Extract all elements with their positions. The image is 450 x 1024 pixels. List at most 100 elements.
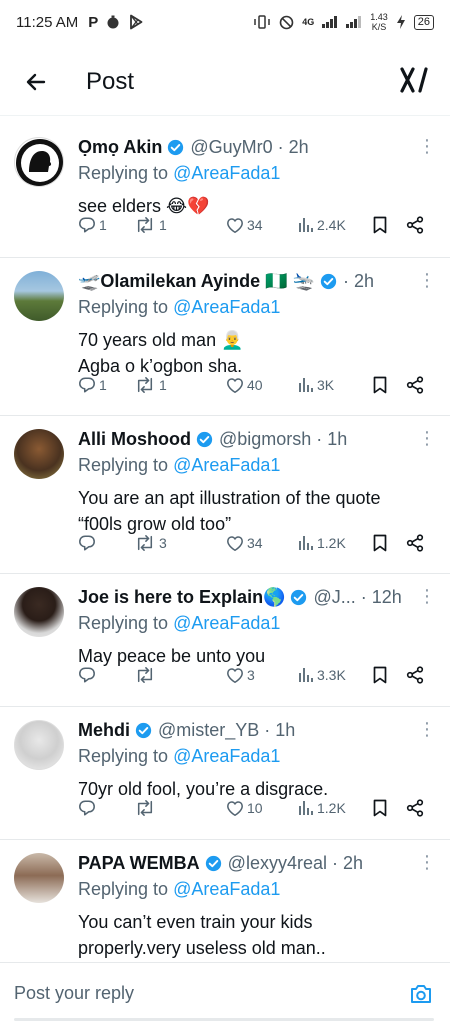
- views-button[interactable]: 2.4K: [298, 217, 346, 233]
- views-count: 1.2K: [317, 800, 346, 816]
- reply-post[interactable]: PAPA WEMBA @lexyy4real · 2h ⋮ Replying t…: [0, 841, 450, 962]
- like-button[interactable]: 3: [226, 667, 255, 684]
- reply-button[interactable]: [78, 799, 99, 817]
- bookmark-button[interactable]: [372, 799, 388, 817]
- net-speed-unit: K/S: [371, 22, 387, 32]
- avatar[interactable]: [14, 587, 64, 637]
- author-name[interactable]: Mehdi: [78, 720, 130, 741]
- repost-button[interactable]: [134, 666, 159, 684]
- like-count: 34: [247, 217, 263, 233]
- views-button[interactable]: 1.2K: [298, 535, 346, 551]
- reply-button[interactable]: 1: [78, 376, 107, 394]
- charging-icon: [396, 15, 405, 29]
- grok-button[interactable]: [400, 66, 430, 98]
- views-chart-icon: [299, 218, 313, 232]
- bookmark-button[interactable]: [372, 666, 388, 684]
- more-options-icon[interactable]: ⋮: [418, 853, 436, 871]
- share-button[interactable]: [406, 799, 424, 817]
- reply-post[interactable]: Mehdi @mister_YB · 1h ⋮ Replying to @Are…: [0, 708, 450, 840]
- vibrate-icon: [254, 15, 270, 29]
- bookmark-button[interactable]: [372, 376, 388, 394]
- reply-content: Alli Moshood @bigmorsh · 1h ⋮ Replying t…: [78, 427, 436, 537]
- author-handle: @J... · 12h: [313, 586, 402, 607]
- reply-post[interactable]: Ọmọ Akin @GuyMr0 · 2h ⋮ Replying to @Are…: [0, 125, 450, 258]
- heart-icon: [227, 667, 243, 683]
- avatar[interactable]: [14, 271, 64, 321]
- reply-count: 1: [99, 377, 107, 393]
- reply-button[interactable]: [78, 534, 99, 552]
- repost-button[interactable]: 1: [134, 216, 167, 234]
- reply-post[interactable]: Joe is here to Explain🌎 @J... · 12h ⋮ Re…: [0, 575, 450, 707]
- reply-button[interactable]: 1: [78, 216, 107, 234]
- bookmark-icon: [373, 666, 387, 684]
- views-count: 2.4K: [317, 217, 346, 233]
- author-line: Joe is here to Explain🌎 @J... · 12h: [78, 585, 434, 609]
- replying-to-mention[interactable]: @AreaFada1: [173, 746, 280, 766]
- views-button[interactable]: 1.2K: [298, 800, 346, 816]
- like-button[interactable]: 34: [226, 535, 263, 552]
- reply-content: Mehdi @mister_YB · 1h ⋮ Replying to @Are…: [78, 718, 436, 802]
- views-chart-icon: [299, 668, 313, 682]
- avatar[interactable]: [14, 853, 64, 903]
- author-name[interactable]: Alli Moshood: [78, 429, 191, 450]
- views-button[interactable]: 3K: [298, 377, 334, 393]
- bookmark-button[interactable]: [372, 534, 388, 552]
- avatar[interactable]: [14, 429, 64, 479]
- more-options-icon[interactable]: ⋮: [418, 271, 436, 289]
- author-name[interactable]: Ọmọ Akin: [78, 137, 162, 158]
- timer-icon: [107, 15, 119, 29]
- repost-button[interactable]: 1: [134, 376, 167, 394]
- like-button[interactable]: 34: [226, 217, 263, 234]
- avatar-silhouette-icon: [16, 139, 63, 186]
- repost-icon: [137, 667, 153, 683]
- share-button[interactable]: [406, 216, 424, 234]
- like-button[interactable]: 40: [226, 377, 263, 394]
- share-button[interactable]: [406, 534, 424, 552]
- views-chart-icon: [299, 536, 313, 550]
- author-name[interactable]: PAPA WEMBA: [78, 853, 200, 874]
- views-count: 3.3K: [317, 667, 346, 683]
- post-text-line: properly.very useless old man..: [78, 938, 326, 958]
- author-name[interactable]: 🛫Olamilekan Ayinde 🇳🇬 🛬: [78, 271, 315, 292]
- repost-button[interactable]: [134, 799, 159, 817]
- replying-to-mention[interactable]: @AreaFada1: [173, 163, 280, 183]
- verified-badge-icon: [290, 589, 307, 606]
- bookmark-button[interactable]: [372, 216, 388, 234]
- post-text: You can’t even train your kids properly.v…: [78, 909, 434, 961]
- author-line: Mehdi @mister_YB · 1h: [78, 718, 434, 742]
- reply-button[interactable]: [78, 666, 99, 684]
- replying-to-mention[interactable]: @AreaFada1: [173, 297, 280, 317]
- avatar[interactable]: [14, 720, 64, 770]
- avatar[interactable]: [14, 137, 64, 187]
- replying-to-mention[interactable]: @AreaFada1: [173, 613, 280, 633]
- like-button[interactable]: 10: [226, 800, 263, 817]
- replying-to-mention[interactable]: @AreaFada1: [173, 455, 280, 475]
- author-name[interactable]: Joe is here to Explain🌎: [78, 587, 285, 608]
- reply-input[interactable]: [14, 983, 406, 1004]
- comment-icon: [79, 667, 95, 683]
- replying-prefix: Replying to: [78, 746, 174, 766]
- share-button[interactable]: [406, 376, 424, 394]
- more-options-icon[interactable]: ⋮: [418, 137, 436, 155]
- more-options-icon[interactable]: ⋮: [418, 720, 436, 738]
- replying-to: Replying to @AreaFada1: [78, 879, 434, 903]
- more-options-icon[interactable]: ⋮: [418, 429, 436, 447]
- reply-post[interactable]: Alli Moshood @bigmorsh · 1h ⋮ Replying t…: [0, 417, 450, 574]
- views-button[interactable]: 3.3K: [298, 667, 346, 683]
- author-line: Alli Moshood @bigmorsh · 1h: [78, 427, 434, 451]
- replying-to-mention[interactable]: @AreaFada1: [173, 879, 280, 899]
- camera-button[interactable]: [406, 979, 436, 1009]
- reply-content: 🛫Olamilekan Ayinde 🇳🇬 🛬 · 2h ⋮ Replying …: [78, 269, 436, 379]
- share-button[interactable]: [406, 666, 424, 684]
- more-options-icon[interactable]: ⋮: [418, 587, 436, 605]
- verified-badge-icon: [196, 431, 213, 448]
- reply-post[interactable]: 🛫Olamilekan Ayinde 🇳🇬 🛬 · 2h ⋮ Replying …: [0, 259, 450, 416]
- heart-icon: [227, 377, 243, 393]
- like-count: 40: [247, 377, 263, 393]
- share-icon: [406, 376, 424, 394]
- signal-icon-2: [346, 16, 362, 28]
- reply-content: Joe is here to Explain🌎 @J... · 12h ⋮ Re…: [78, 585, 436, 669]
- back-button[interactable]: [20, 66, 52, 98]
- repost-count: 1: [159, 377, 167, 393]
- repost-button[interactable]: 3: [134, 534, 167, 552]
